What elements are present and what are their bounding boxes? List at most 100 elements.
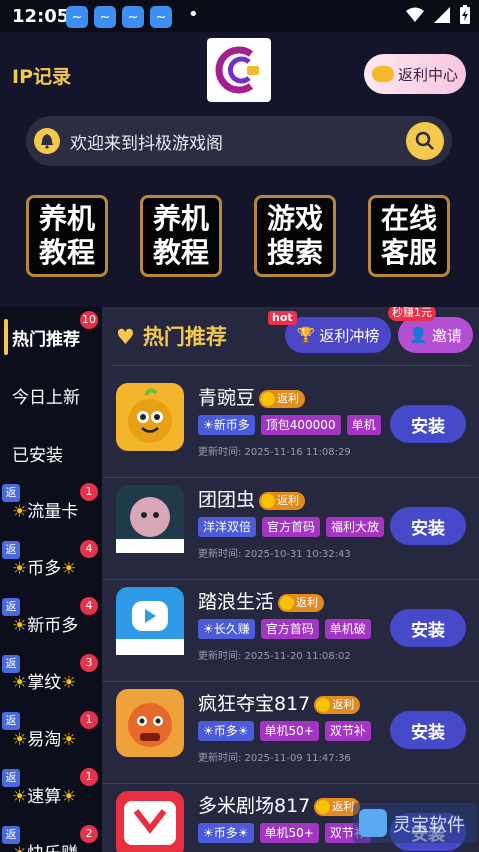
active-indicator: [4, 319, 8, 355]
watermark-text: 灵宝软件: [393, 815, 465, 836]
notification-app-icon: ~: [150, 6, 172, 28]
tag: 单机50+: [259, 823, 319, 843]
sidebar-item-label: 掌纹: [27, 673, 62, 693]
sun-icon: ☀: [12, 616, 28, 636]
tile-text: 客服: [380, 236, 437, 269]
update-time: 更新时间: 2025-11-16 11:08:29: [198, 447, 351, 458]
tile-text: 游戏: [266, 202, 323, 235]
tag: 官方首码: [262, 517, 321, 537]
sidebar-item-new-today[interactable]: 今日上新: [12, 383, 102, 408]
tag: ☀新币多: [198, 415, 255, 435]
watermark: 灵宝软件: [353, 803, 477, 843]
tile-text: 养机: [152, 202, 209, 235]
bell-icon: [34, 128, 60, 154]
sidebar-item-coins[interactable]: ☀币多☀: [12, 554, 102, 579]
rebate-badge: 返利: [259, 389, 306, 408]
tag-list: ☀新币多 顶包400000 单机: [198, 415, 381, 435]
game-icon: [116, 383, 184, 451]
header: IP记录 返利中心 欢迎来到抖极游戏阁 养机 教程 养机 教程 游戏 搜索 在线…: [0, 32, 479, 307]
tag: 顶包400000: [260, 415, 341, 435]
install-button[interactable]: 安装: [390, 711, 466, 749]
rebate-badge: 返利: [314, 695, 361, 714]
sidebar-item-data-card[interactable]: ☀流量卡: [12, 497, 102, 522]
rebate-badge: 返利: [278, 593, 325, 612]
tile-text: 教程: [38, 236, 95, 269]
sidebar-item-label: 今日上新: [12, 388, 80, 408]
ip-record-link[interactable]: IP记录: [12, 62, 71, 89]
rebate-ranking-button[interactable]: 🏆 返利冲榜: [285, 317, 391, 353]
sun-icon: ☀: [12, 559, 28, 579]
notice-bar[interactable]: 欢迎来到抖极游戏阁: [26, 116, 452, 166]
game-card[interactable]: 团团虫 返利 洋洋双倍 官方首码 福利大放 更新时间: 2025-10-31 10…: [102, 477, 479, 580]
sun-icon: ☀: [12, 502, 28, 522]
install-button[interactable]: 安装: [390, 507, 466, 545]
sidebar-item-palm[interactable]: ☀掌纹☀: [12, 668, 102, 693]
tag-list: 洋洋双倍 官方首码 福利大放: [198, 517, 385, 537]
rebate-badge-text: 返利: [277, 391, 300, 405]
tile-phone-tutorial[interactable]: 养机 教程: [26, 195, 108, 277]
update-time: 更新时间: 2025-11-20 11:08:02: [198, 651, 351, 662]
sidebar-item-quick-calc[interactable]: ☀速算☀: [12, 782, 102, 807]
game-icon: [116, 485, 184, 553]
notification-app-icon: ~: [122, 6, 144, 28]
notification-app-icon: ~: [66, 6, 88, 28]
more-notifications-dot-icon: •: [188, 4, 199, 25]
rank-label: 返利冲榜: [319, 326, 380, 345]
quick-tiles: 养机 教程 养机 教程 游戏 搜索 在线 客服: [26, 195, 450, 277]
game-card[interactable]: 踏浪生活 返利 ☀长久赚 官方首码 单机破 更新时间: 2025-11-20 11…: [102, 579, 479, 682]
tag-list: ☀币多☀ 单机50+ 双节补: [198, 823, 371, 843]
hot-tag: hot: [268, 311, 297, 325]
invite-button[interactable]: 👤 邀请: [398, 317, 473, 353]
tag: 双节补: [324, 721, 371, 741]
sidebar-item-installed[interactable]: 已安装: [12, 441, 102, 466]
sidebar-item-label: 热门推荐: [12, 330, 80, 350]
coin-icon: [261, 391, 276, 406]
heart-icon: ♥: [116, 325, 135, 349]
tag: 单机50+: [259, 721, 319, 741]
game-name: 多米剧场817 返利: [198, 791, 361, 818]
trophy-icon: 🏆: [296, 326, 316, 344]
game-card[interactable]: 疯狂夺宝817 返利 ☀币多☀ 单机50+ 双节补 更新时间: 2025-11-0…: [102, 681, 479, 784]
game-name: 青豌豆 返利: [198, 383, 306, 410]
system-icons: [405, 5, 471, 25]
rebate-center-button[interactable]: 返利中心: [364, 54, 466, 94]
sun-icon: ☀: [61, 673, 77, 693]
tag-list: ☀长久赚 官方首码 单机破: [198, 619, 371, 639]
tile-text: 教程: [152, 236, 209, 269]
tag: ☀长久赚: [198, 619, 255, 639]
game-name: 踏浪生活 返利: [198, 587, 325, 614]
sidebar-item-happy-earn[interactable]: ☀快乐赚: [12, 839, 102, 852]
section-title: ♥ 热门推荐: [116, 321, 227, 351]
tile-game-search[interactable]: 游戏 搜索: [254, 195, 336, 277]
game-icon: [116, 791, 184, 852]
tag-list: ☀币多☀ 单机50+ 双节补: [198, 721, 371, 741]
sidebar-item-label: 易淘: [27, 730, 62, 750]
coin-icon: [316, 799, 331, 814]
tile-phone-tutorial-2[interactable]: 养机 教程: [140, 195, 222, 277]
battery-charging-icon: [460, 5, 470, 24]
game-icon: [116, 587, 184, 655]
sun-icon: ☀: [12, 673, 28, 693]
tag: ☀币多☀: [198, 823, 254, 843]
sidebar-item-yitao[interactable]: ☀易淘☀: [12, 725, 102, 750]
tag: 单机: [346, 415, 381, 435]
sun-icon: ☀: [61, 559, 77, 579]
sun-icon: ☀: [61, 787, 77, 807]
game-icon: [116, 689, 184, 757]
tile-online-service[interactable]: 在线 客服: [368, 195, 450, 277]
count-badge: 10: [80, 311, 98, 329]
search-icon: [415, 131, 434, 150]
divider: [112, 365, 470, 366]
status-bar: 12:05 ~ ~ ~ ~ •: [0, 0, 479, 32]
sidebar-item-label: 速算: [27, 787, 62, 807]
logo-icon: [215, 46, 259, 94]
search-button[interactable]: [406, 122, 444, 160]
install-button[interactable]: 安装: [390, 405, 466, 443]
sidebar-item-new-coins[interactable]: ☀新币多: [12, 611, 102, 636]
sun-icon: ☀: [12, 787, 28, 807]
game-card[interactable]: 青豌豆 返利 ☀新币多 顶包400000 单机 更新时间: 2025-11-16 …: [102, 375, 479, 478]
install-button[interactable]: 安装: [390, 609, 466, 647]
tile-text: 养机: [38, 202, 95, 235]
section-title-text: 热门推荐: [142, 325, 227, 349]
game-name-text: 踏浪生活: [198, 591, 275, 613]
